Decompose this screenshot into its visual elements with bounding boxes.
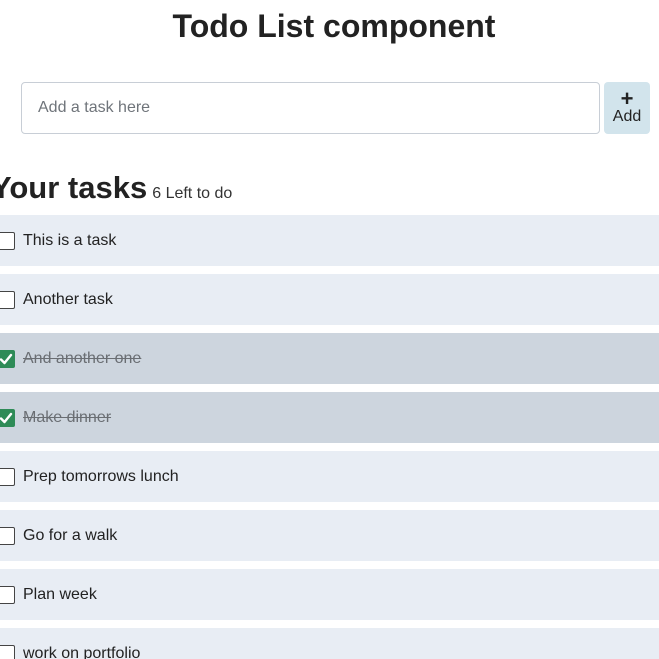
task-checkbox[interactable] (0, 526, 15, 545)
task-label: Make dinner (23, 408, 112, 426)
task-label: work on portfolio (23, 644, 141, 659)
task-list: This is a task Another task And another … (0, 215, 659, 659)
task-label: This is a task (23, 231, 117, 249)
task-item: Make dinner (0, 392, 659, 443)
tasks-heading: Your tasks (0, 170, 148, 205)
add-button[interactable]: + Add (604, 82, 650, 134)
page-title: Todo List component (172, 8, 496, 44)
task-checkbox[interactable] (0, 467, 15, 486)
task-checkbox[interactable] (0, 349, 15, 368)
tasks-header: Your tasks 6 Left to do (0, 170, 232, 206)
task-item: work on portfolio (0, 628, 659, 659)
task-label: Plan week (23, 585, 97, 603)
task-checkbox[interactable] (0, 408, 15, 427)
plus-icon: + (620, 86, 634, 111)
task-checkbox[interactable] (0, 231, 15, 250)
task-item: Another task (0, 274, 659, 325)
task-item: Go for a walk (0, 510, 659, 561)
task-checkbox[interactable] (0, 290, 15, 309)
task-item: And another one (0, 333, 659, 384)
check-icon (0, 353, 13, 364)
task-checkbox[interactable] (0, 585, 15, 604)
task-label: And another one (23, 349, 142, 367)
task-item: Prep tomorrows lunch (0, 451, 659, 502)
task-label: Go for a walk (23, 526, 118, 544)
task-item: Plan week (0, 569, 659, 620)
task-label: Prep tomorrows lunch (23, 467, 179, 485)
check-icon (0, 412, 13, 423)
todo-page: Todo List component + Add Your tasks 6 L… (0, 0, 659, 659)
task-input[interactable] (21, 82, 600, 134)
add-button-label: Add (612, 108, 642, 125)
task-label: Another task (23, 290, 113, 308)
task-item: This is a task (0, 215, 659, 266)
task-checkbox[interactable] (0, 644, 15, 659)
tasks-remaining-count: 6 Left to do (152, 185, 233, 202)
add-task-form: + Add (21, 82, 651, 134)
